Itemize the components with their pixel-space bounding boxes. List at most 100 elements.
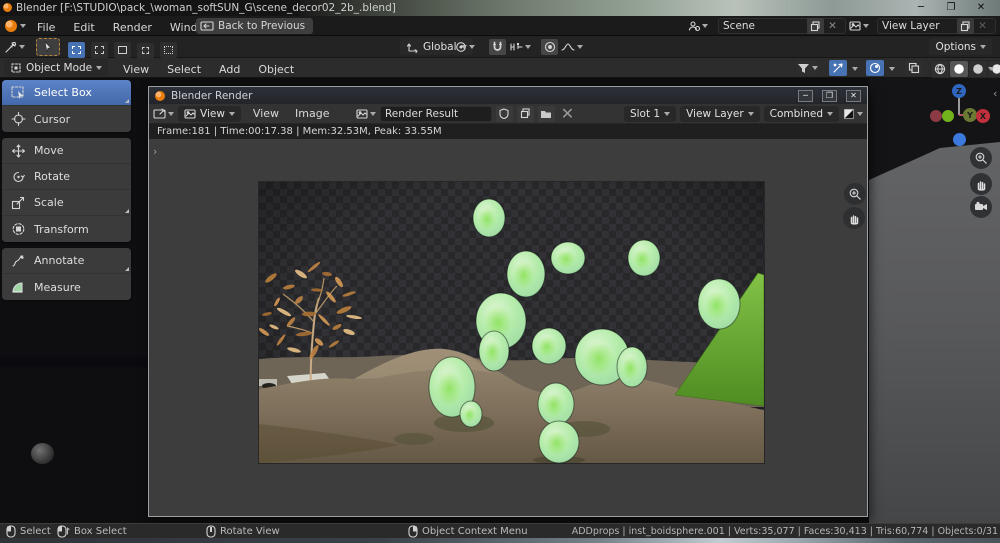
tool-move[interactable]: Move [2,138,131,164]
gizmo-axis-ball[interactable] [930,110,942,122]
boid-sphere-core [584,342,614,376]
tool-annotate[interactable]: Annotate [2,248,131,274]
overlays-dropdown[interactable] [889,67,895,71]
render-window-titlebar[interactable]: Blender Render ─ ❐ ✕ [149,87,867,104]
view-layer-name-field[interactable]: View Layer ✕ [877,18,996,34]
mode-dropdown[interactable]: Object Mode [4,59,108,76]
new-view-layer-button[interactable] [957,18,974,34]
select-mode-extend[interactable] [91,42,108,58]
options-dropdown[interactable]: Options [929,38,992,55]
remove-view-layer-button[interactable]: ✕ [974,18,991,34]
viewport-zoom-button[interactable] [970,147,992,169]
boid-sphere-core [484,340,501,364]
new-scene-button[interactable] [807,18,824,34]
snap-toggle[interactable] [489,39,506,55]
object-mode-icon [10,62,22,74]
viewport-menu-select[interactable]: Select [158,60,210,80]
select-mode-invert[interactable] [137,43,154,59]
hand-icon [848,212,861,225]
shading-solid-button[interactable] [950,61,968,77]
scene-name-field[interactable]: Scene ✕ [718,18,846,34]
open-image-button[interactable] [538,106,555,122]
back-to-previous-button[interactable]: Back to Previous [196,18,313,34]
shading-dropdown[interactable] [988,67,994,71]
transform-icon [10,221,26,237]
image-editor-menu-image[interactable]: Image [287,107,337,120]
display-mode-dropdown[interactable]: View [178,106,241,122]
gizmo-axis-ball[interactable] [953,133,966,146]
render-minimize-button[interactable]: ─ [798,90,813,102]
unlink-image-button[interactable]: ✕ [559,106,576,122]
tool-rotate[interactable]: Rotate [2,164,131,190]
tool-select-box[interactable]: Select Box [2,80,131,106]
gizmo-axis-y[interactable]: Y [963,108,977,122]
mouse-right-icon [408,525,418,538]
image-icon [356,108,368,120]
editor-type-button[interactable] [153,106,174,122]
gizmo-axis-ball[interactable] [942,110,954,122]
render-window[interactable]: Blender Render ─ ❐ ✕ View ViewImage Rend… [148,86,868,517]
pivot-icon [455,41,467,53]
image-editor-menu-view[interactable]: View [245,107,287,120]
tool-scale[interactable]: Scale [2,190,131,216]
viewport-sphere-object[interactable] [31,443,54,464]
slot-dropdown[interactable]: Slot 1 [624,106,676,122]
editor-type-button[interactable] [4,39,25,55]
gizmo-dropdown[interactable] [852,67,858,71]
viewport-menu-view[interactable]: View [114,60,158,80]
fake-user-button[interactable] [496,106,513,122]
image-name-field[interactable]: Render Result [380,106,492,122]
image-pan-button[interactable] [843,207,865,229]
boid-sphere-core [705,290,728,320]
select-mode-intersect[interactable] [160,42,177,58]
show-overlays-toggle[interactable] [866,60,884,76]
top-menubar: FileEditRenderWindowHelp Back to Previou… [0,16,1000,36]
image-editor-canvas[interactable]: › [149,139,867,516]
gizmo-icon [832,62,844,74]
boid-sphere-core [538,336,557,358]
toolbar-toggle[interactable]: › [153,145,157,158]
menu-edit[interactable]: Edit [64,18,103,38]
pivot-point-dropdown[interactable] [455,39,475,55]
restore-button[interactable]: ❐ [942,2,960,14]
close-button[interactable]: ✕ [972,2,990,14]
select-mode-new[interactable] [68,42,85,58]
render-layer-dropdown[interactable]: View Layer [680,106,760,122]
viewport-menu-add[interactable]: Add [210,60,249,80]
menu-render[interactable]: Render [104,18,161,38]
view-layer-browse-button[interactable] [849,18,869,34]
unlink-scene-button[interactable]: ✕ [824,18,841,34]
sidebar-toggle[interactable]: ‹ [993,87,997,100]
snap-target-dropdown[interactable] [509,39,531,55]
blender-menu-button[interactable] [5,20,26,32]
viewport-menu-object[interactable]: Object [249,60,303,80]
visibility-filter-dropdown[interactable] [797,60,818,76]
blender-logo-icon [3,3,12,12]
image-browse-button[interactable] [356,106,376,122]
image-zoom-button[interactable] [844,183,866,205]
render-restore-button[interactable]: ❐ [822,90,837,102]
gizmo-axis-x[interactable]: X [976,109,990,123]
tool-transform[interactable]: Transform [2,216,131,242]
viewport-pan-button[interactable] [970,173,992,195]
back-icon [200,21,214,31]
minimize-button[interactable]: ─ [912,2,930,14]
active-tool-button[interactable] [36,38,60,56]
tool-cursor[interactable]: Cursor [2,106,131,132]
show-gizmo-toggle[interactable] [829,60,847,76]
shading-wireframe-button[interactable] [931,61,949,77]
proportional-edit-toggle[interactable] [541,39,558,55]
viewport-camera-button[interactable] [970,196,992,218]
duplicate-image-button[interactable] [517,106,534,122]
select-mode-subtract[interactable] [114,42,131,58]
display-channels-dropdown[interactable] [843,106,863,122]
falloff-dropdown[interactable] [561,39,583,55]
scene-browse-button[interactable] [688,18,708,34]
tool-measure[interactable]: Measure [2,274,131,300]
render-close-button[interactable]: ✕ [846,90,861,102]
gizmo-axis-z[interactable]: Z [952,84,966,98]
xray-toggle[interactable] [905,60,923,76]
render-pass-dropdown[interactable]: Combined [764,106,839,122]
menu-file[interactable]: File [28,18,64,38]
shading-material-button[interactable] [969,61,987,77]
